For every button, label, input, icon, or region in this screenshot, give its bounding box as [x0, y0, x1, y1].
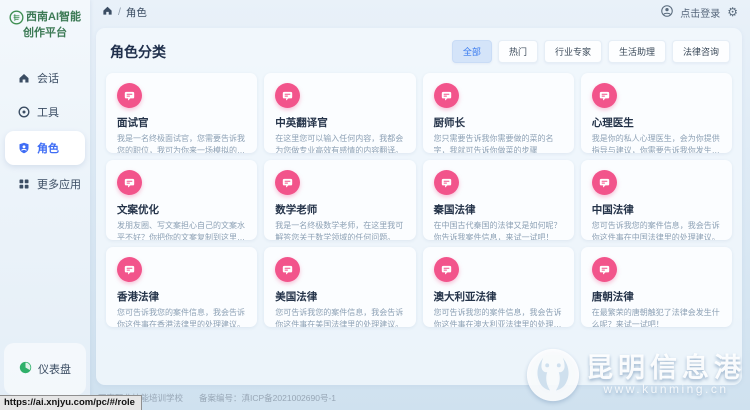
disc-icon — [18, 106, 30, 118]
role-card-qin-law[interactable]: 秦国法律在中国古代秦国的法律又是如何呢？你告诉我案件信息，来试一试吧！ — [423, 160, 574, 240]
sidebar-item-label: 角色 — [37, 140, 59, 156]
chat-bubble-icon — [275, 170, 300, 195]
role-card-desc: 您可告诉我您的案件信息，我会告诉你这件事在香港法律里的处理建议。 — [117, 307, 246, 327]
topbar-right: 点击登录 ⚙ — [661, 5, 738, 20]
brand-line1: 西南AI智能 — [26, 9, 81, 25]
role-badge-icon — [18, 142, 30, 154]
role-card-title: 厨师长 — [434, 115, 563, 130]
page-title: 角色分类 — [110, 42, 166, 62]
tab-industry-expert[interactable]: 行业专家 — [544, 40, 602, 63]
role-card-title: 中英翻译官 — [275, 115, 404, 130]
brand: 西南AI智能 创作平台 — [0, 0, 90, 41]
role-card-title: 美国法律 — [275, 289, 404, 304]
breadcrumb-current: 角色 — [126, 5, 147, 20]
role-card-title: 文案优化 — [117, 202, 246, 217]
role-card-desc: 在中国古代秦国的法律又是如何呢？你告诉我案件信息，来试一试吧！ — [434, 220, 563, 240]
chat-bubble-icon — [275, 257, 300, 282]
role-card-title: 数学老师 — [275, 202, 404, 217]
role-card-china-law[interactable]: 中国法律您可告诉我您的案件信息，我会告诉你这件事在中国法律里的处理建议。 — [581, 160, 732, 240]
gauge-icon — [19, 361, 32, 377]
role-card-title: 唐朝法律 — [592, 289, 721, 304]
role-card-desc: 您可告诉我您的案件信息，我会告诉你这件事在中国法律里的处理建议。 — [592, 220, 721, 240]
browser-status-bar: https://ai.xnjyu.com/pc/#/role — [0, 395, 142, 410]
tab-life-assistant[interactable]: 生活助理 — [608, 40, 666, 63]
role-card-australia-law[interactable]: 澳大利亚法律您可告诉我您的案件信息，我会告诉你这件事在澳大利亚法律里的处理建议。 — [423, 247, 574, 327]
role-card-title: 秦国法律 — [434, 202, 563, 217]
role-card-tang-law[interactable]: 唐朝法律在最繁荣的唐朝触犯了法律会发生什么呢？来试一试吧！ — [581, 247, 732, 327]
sidebar-item-roles[interactable]: 角色 — [5, 131, 85, 165]
sidebar-item-chat[interactable]: 会话 — [5, 63, 85, 93]
role-card-desc: 发朋友圈、写文案担心自己的文案水平不好？你把你的文案复制到这里，我可以帮你处理。 — [117, 220, 246, 240]
role-card-us-law[interactable]: 美国法律您可告诉我您的案件信息，我会告诉你这件事在美国法律里的处理建议。 — [264, 247, 415, 327]
tab-legal[interactable]: 法律咨询 — [672, 40, 730, 63]
role-card-desc: 我是一名终极数学老师，在这里我可解答您关于数学领域的任何问题。 — [275, 220, 404, 240]
role-card-title: 澳大利亚法律 — [434, 289, 563, 304]
tab-all[interactable]: 全部 — [452, 40, 492, 63]
sidebar-item-label: 会话 — [37, 70, 59, 86]
breadcrumb: / 角色 — [102, 5, 147, 20]
gear-icon[interactable]: ⚙ — [727, 6, 738, 18]
role-card-title: 面试官 — [117, 115, 246, 130]
sidebar-menu: 会话工具角色更多应用 — [0, 63, 90, 199]
sidebar-item-tools[interactable]: 工具 — [5, 97, 85, 127]
login-button[interactable]: 点击登录 — [680, 5, 720, 20]
role-card-desc: 在最繁荣的唐朝触犯了法律会发生什么呢？来试一试吧！ — [592, 307, 721, 327]
sidebar-bottom-panel: 仪表盘 — [4, 343, 86, 395]
chat-bubble-icon — [117, 170, 142, 195]
role-card-interviewer[interactable]: 面试官我是一名终极面试官，您需要告诉我您的职位，我可为你来一场模拟的面试，为你未… — [106, 73, 257, 153]
tab-hot[interactable]: 热门 — [498, 40, 538, 63]
role-card-desc: 您只需要告诉我你需要做的菜的名字，我就可告诉你做菜的步骤 — [434, 133, 563, 153]
role-card-desc: 您可告诉我您的案件信息，我会告诉你这件事在美国法律里的处理建议。 — [275, 307, 404, 327]
topbar: / 角色 点击登录 ⚙ — [90, 0, 750, 24]
chat-bubble-icon — [592, 257, 617, 282]
chat-bubble-icon — [117, 257, 142, 282]
sidebar-item-label: 工具 — [37, 104, 59, 120]
user-icon[interactable] — [661, 5, 673, 20]
chat-bubble-icon — [434, 170, 459, 195]
chat-bubble-icon — [592, 83, 617, 108]
role-card-hongkong-law[interactable]: 香港法律您可告诉我您的案件信息，我会告诉你这件事在香港法律里的处理建议。 — [106, 247, 257, 327]
brand-logo-icon — [9, 10, 24, 25]
role-card-psychologist[interactable]: 心理医生我是你的私人心理医生，会为你提供指导与建议，你需要告诉我你发生了什么。 — [581, 73, 732, 153]
role-card-title: 心理医生 — [592, 115, 721, 130]
sidebar: 西南AI智能 创作平台 会话工具角色更多应用 仪表盘 系统版本：3.1.6 — [0, 0, 90, 410]
chat-bubble-icon — [434, 257, 459, 282]
chat-bubble-icon — [275, 83, 300, 108]
sidebar-item-dashboard[interactable]: 仪表盘 — [19, 361, 71, 377]
dashboard-label: 仪表盘 — [38, 361, 71, 377]
role-card-copywriting[interactable]: 文案优化发朋友圈、写文案担心自己的文案水平不好？你把你的文案复制到这里，我可以帮… — [106, 160, 257, 240]
role-card-translator[interactable]: 中英翻译官在这里您可以输入任何内容，我都会为您做专业高效有感情的内容翻译。 — [264, 73, 415, 153]
sidebar-item-more-apps[interactable]: 更多应用 — [5, 169, 85, 199]
role-card-desc: 在这里您可以输入任何内容，我都会为您做专业高效有感情的内容翻译。 — [275, 133, 404, 153]
category-tabs: 全部热门行业专家生活助理法律咨询 — [452, 40, 730, 63]
page: 西南AI智能 创作平台 会话工具角色更多应用 仪表盘 系统版本：3.1.6 ht… — [0, 0, 750, 410]
role-card-grid: 面试官我是一名终极面试官，您需要告诉我您的职位，我可为你来一场模拟的面试，为你未… — [96, 71, 742, 329]
main-panel: 角色分类 全部热门行业专家生活助理法律咨询 面试官我是一名终极面试官，您需要告诉… — [96, 28, 742, 385]
role-card-title: 中国法律 — [592, 202, 721, 217]
role-card-desc: 我是一名终极面试官，您需要告诉我您的职位，我可为你来一场模拟的面试，为你未来..… — [117, 133, 246, 153]
grid-icon — [18, 178, 30, 190]
chat-bubble-icon — [117, 83, 142, 108]
role-card-title: 香港法律 — [117, 289, 246, 304]
breadcrumb-separator: / — [118, 6, 121, 18]
role-card-math-teacher[interactable]: 数学老师我是一名终极数学老师，在这里我可解答您关于数学领域的任何问题。 — [264, 160, 415, 240]
chat-bubble-icon — [434, 83, 459, 108]
brand-line2: 创作平台 — [0, 25, 90, 41]
home-icon — [18, 72, 30, 84]
role-card-chef[interactable]: 厨师长您只需要告诉我你需要做的菜的名字，我就可告诉你做菜的步骤 — [423, 73, 574, 153]
chat-bubble-icon — [592, 170, 617, 195]
home-icon[interactable] — [102, 5, 113, 19]
footer-icp: 备案编号：滇ICP备2021002690号-1 — [199, 392, 336, 404]
role-card-desc: 我是你的私人心理医生，会为你提供指导与建议，你需要告诉我你发生了什么。 — [592, 133, 721, 153]
role-card-desc: 您可告诉我您的案件信息，我会告诉你这件事在澳大利亚法律里的处理建议。 — [434, 307, 563, 327]
sidebar-item-label: 更多应用 — [37, 176, 81, 192]
